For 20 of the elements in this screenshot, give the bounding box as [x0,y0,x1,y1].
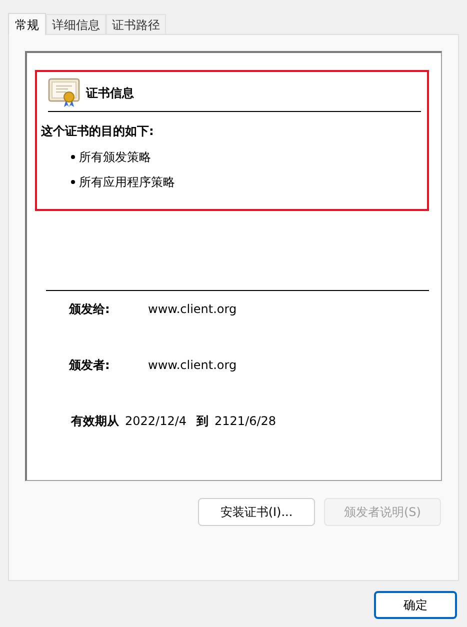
ok-button[interactable]: 确定 [374,591,457,619]
tab[interactable]: 证书路径 [106,14,166,34]
validity-to: 2121/6/28 [214,413,276,430]
tab[interactable]: 详细信息 [46,14,106,34]
tab[interactable]: 常规 [8,13,46,35]
validity-to-label: 到 [196,413,209,430]
field-label: 颁发者: [69,357,111,374]
purpose-heading: 这个证书的目的如下: [41,123,155,140]
bullet-icon [71,180,75,184]
validity-from: 2022/12/4 [125,413,187,430]
dialog-button[interactable]: 安装证书(I)... [198,498,315,526]
field-label: 颁发给: [69,301,111,318]
bullet-icon [71,155,75,159]
purpose-item: 所有应用程序策略 [79,174,175,191]
validity-label: 有效期从 [71,413,119,430]
field-value: www.client.org [148,301,237,318]
certificate-title: 证书信息 [86,85,134,102]
certificate-icon [48,78,80,108]
purpose-item: 所有颁发策略 [79,149,151,166]
field-value: www.client.org [148,357,237,374]
